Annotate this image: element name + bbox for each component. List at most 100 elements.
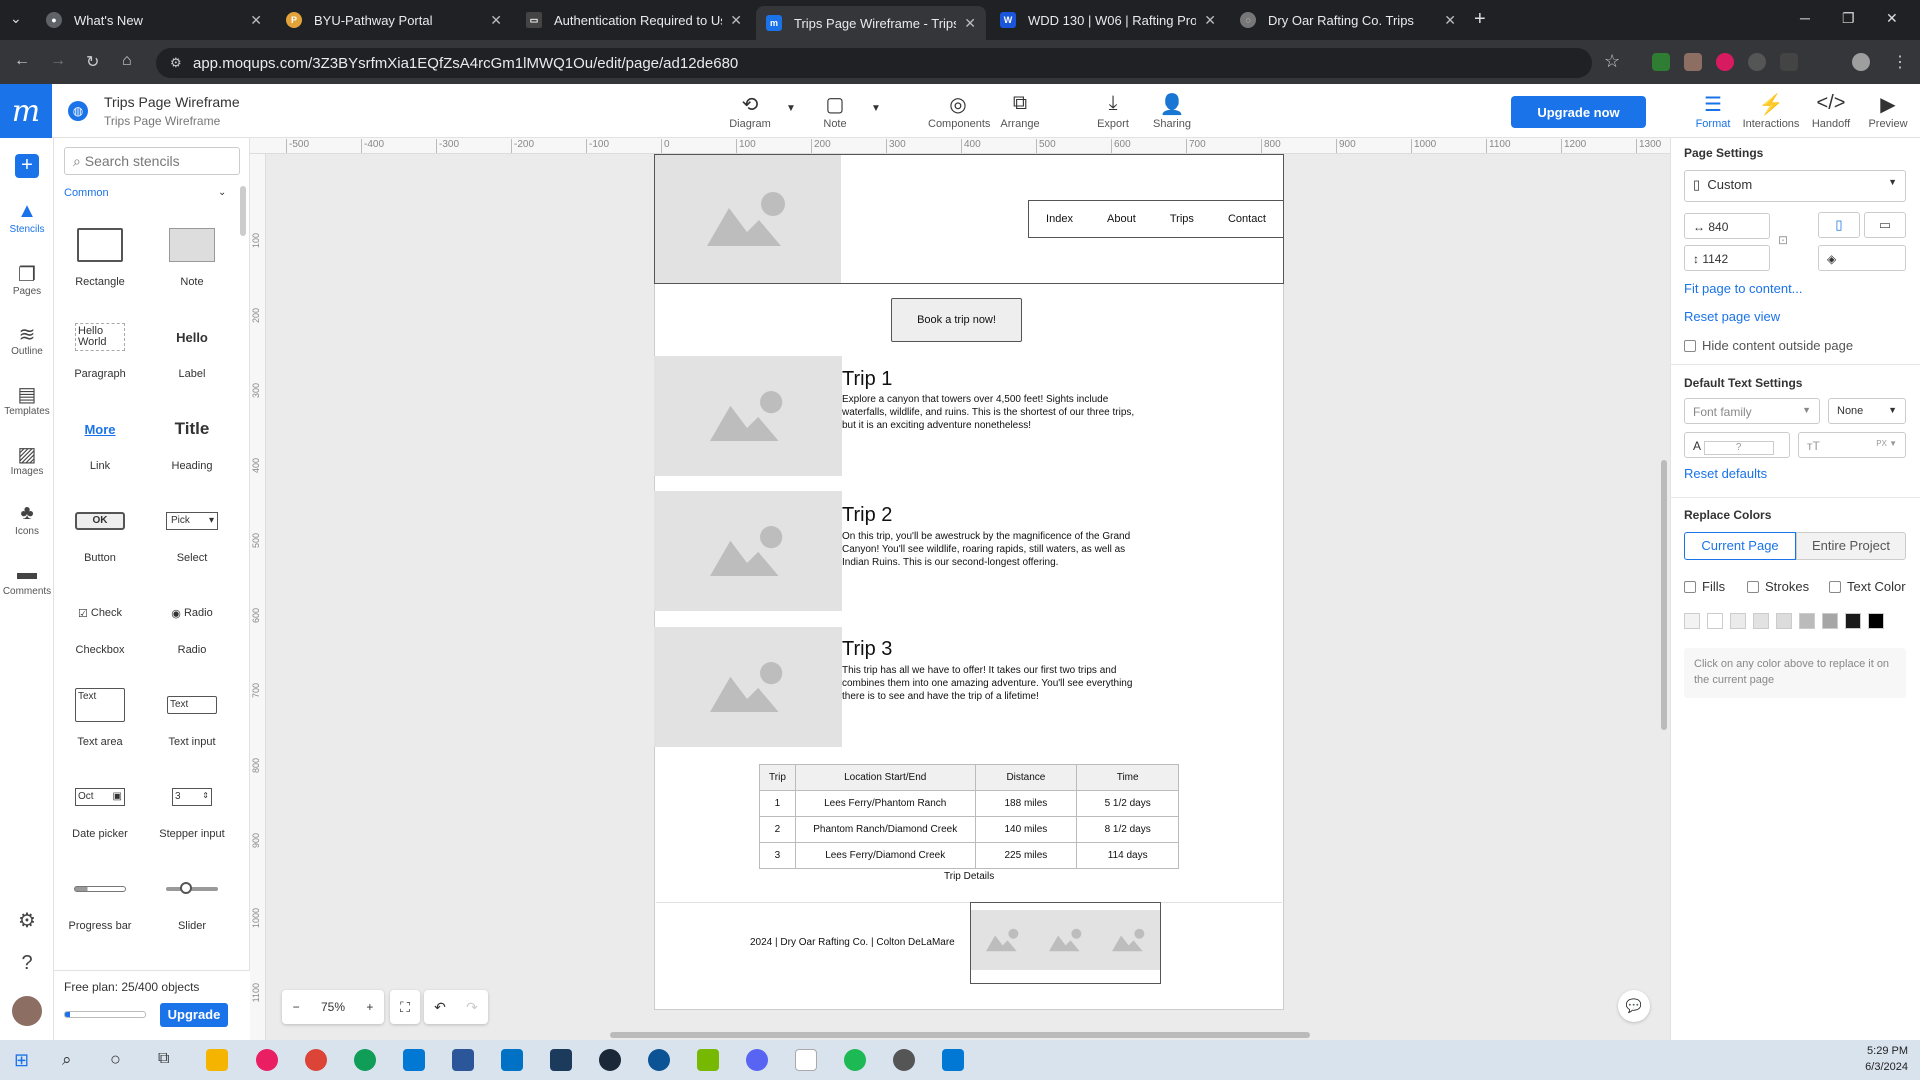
- upgrade-now-button[interactable]: Upgrade now: [1511, 96, 1646, 128]
- file-explorer-icon[interactable]: [206, 1049, 228, 1071]
- reload-icon[interactable]: ↻: [86, 52, 99, 72]
- discord-icon[interactable]: [746, 1049, 768, 1071]
- image-placeholder[interactable]: [654, 356, 842, 476]
- nav-link-trips[interactable]: Trips: [1170, 213, 1194, 225]
- reset-page-view-link[interactable]: Reset page view: [1684, 309, 1780, 324]
- font-family-select[interactable]: Font family ▼: [1684, 398, 1820, 424]
- moqups-logo[interactable]: m: [0, 84, 52, 138]
- stencil-note[interactable]: Note: [146, 214, 238, 288]
- extension-icon[interactable]: [1716, 53, 1734, 71]
- url-text[interactable]: app.moqups.com/3Z3BYsrfmXia1EQfZsA4rcGm1…: [193, 55, 738, 72]
- app-icon[interactable]: [648, 1049, 670, 1071]
- zoom-out-button[interactable]: −: [293, 1000, 300, 1014]
- chevron-down-icon[interactable]: ▼: [871, 103, 881, 114]
- portrait-orientation-button[interactable]: ▯: [1818, 212, 1860, 238]
- restore-button[interactable]: ❐: [1842, 10, 1855, 27]
- page-title[interactable]: Trips Page Wireframe: [104, 114, 220, 128]
- note-button[interactable]: ▢ Note: [805, 92, 865, 130]
- image-placeholder[interactable]: [654, 491, 842, 611]
- stencil-checkbox[interactable]: ☑ Check Checkbox: [54, 582, 146, 656]
- browser-tab[interactable]: ▭ Authentication Required to Use ✕: [516, 6, 752, 34]
- stencil-rectangle[interactable]: Rectangle: [54, 214, 146, 288]
- upgrade-button[interactable]: Upgrade: [160, 1003, 228, 1027]
- stencil-label[interactable]: Hello Label: [146, 306, 238, 381]
- profile-avatar[interactable]: [1852, 53, 1870, 71]
- task-view-icon[interactable]: ⧉: [158, 1050, 169, 1068]
- fit-page-link[interactable]: Fit page to content...: [1684, 281, 1803, 296]
- color-swatch[interactable]: [1799, 613, 1815, 629]
- itunes-icon[interactable]: [256, 1049, 278, 1071]
- close-icon[interactable]: ✕: [730, 12, 742, 29]
- help-button[interactable]: ?: [0, 952, 54, 976]
- reset-defaults-link[interactable]: Reset defaults: [1684, 466, 1767, 481]
- text-color-checkbox[interactable]: [1829, 581, 1841, 593]
- stencil-paragraph[interactable]: Hello World Paragraph: [54, 306, 146, 380]
- settings-icon[interactable]: [893, 1049, 915, 1071]
- zoom-in-button[interactable]: +: [366, 1000, 373, 1014]
- close-icon[interactable]: ✕: [964, 15, 976, 32]
- extension-icon[interactable]: [1652, 53, 1670, 71]
- color-swatch[interactable]: [1822, 613, 1838, 629]
- settings-button[interactable]: ⚙: [0, 908, 54, 932]
- browser-tab-active[interactable]: m Trips Page Wireframe - Trips Pa ✕: [756, 6, 986, 40]
- stencil-link[interactable]: More Link: [54, 398, 146, 473]
- stencil-heading[interactable]: Title Heading: [146, 398, 238, 472]
- bookmark-star-icon[interactable]: ☆: [1604, 51, 1620, 72]
- nav-link-contact[interactable]: Contact: [1228, 213, 1266, 225]
- page-preset-select[interactable]: ▯ Custom ▼: [1684, 170, 1906, 202]
- rail-outline[interactable]: ≋ Outline: [0, 322, 54, 357]
- stencil-date-picker[interactable]: Oct ▣ Date picker: [54, 766, 146, 840]
- rail-templates[interactable]: ▤ Templates: [0, 382, 54, 417]
- edge-icon[interactable]: [354, 1049, 376, 1071]
- vscode-icon[interactable]: [942, 1049, 964, 1071]
- store-icon[interactable]: [403, 1049, 425, 1071]
- wireframe-nav[interactable]: Index About Trips Contact: [1028, 200, 1284, 238]
- stencil-stepper-input[interactable]: 3 ⇕ Stepper input: [146, 766, 238, 840]
- chevron-down-icon[interactable]: ▼: [786, 103, 796, 114]
- rail-icons[interactable]: ♣ Icons: [0, 502, 54, 537]
- export-button[interactable]: ⤓ Export: [1083, 92, 1143, 130]
- stencil-progress-bar[interactable]: Progress bar: [54, 858, 146, 932]
- site-info-icon[interactable]: ⚙: [170, 55, 182, 71]
- home-icon[interactable]: ⌂: [122, 52, 132, 70]
- redo-icon[interactable]: ↷: [466, 999, 478, 1016]
- notepad-icon[interactable]: [795, 1049, 817, 1071]
- hide-outside-checkbox[interactable]: [1684, 340, 1696, 352]
- puzzle-icon[interactable]: [1780, 53, 1798, 71]
- book-trip-button[interactable]: Book a trip now!: [891, 298, 1022, 342]
- more-menu-icon[interactable]: ⋮: [1892, 52, 1908, 72]
- stencil-category[interactable]: Common: [64, 187, 109, 199]
- undo-icon[interactable]: ↶: [434, 999, 446, 1016]
- gear-icon[interactable]: [1748, 53, 1766, 71]
- color-swatch[interactable]: [1776, 613, 1792, 629]
- vertical-scrollbar[interactable]: [1661, 460, 1667, 730]
- color-swatch[interactable]: [1753, 613, 1769, 629]
- nav-link-about[interactable]: About: [1107, 213, 1136, 225]
- app-icon[interactable]: [550, 1049, 572, 1071]
- stencil-text-area[interactable]: Text Text area: [54, 674, 146, 748]
- forward-arrow-icon[interactable]: →: [50, 52, 66, 70]
- close-window-button[interactable]: ✕: [1886, 10, 1898, 27]
- word-icon[interactable]: [452, 1049, 474, 1071]
- image-placeholder[interactable]: [1097, 910, 1160, 970]
- stencil-slider[interactable]: Slider: [146, 858, 238, 932]
- windows-start-icon[interactable]: ⊞: [14, 1050, 29, 1071]
- project-title[interactable]: Trips Page Wireframe: [104, 94, 240, 110]
- font-size-field[interactable]: ᴛT PX ▼: [1798, 432, 1906, 458]
- lock-icon[interactable]: ⊡: [1778, 233, 1788, 247]
- arrange-button[interactable]: ⧉ Arrange: [990, 92, 1050, 130]
- trip-details-table[interactable]: Trip Location Start/End Distance Time 1 …: [759, 764, 1179, 869]
- search-icon[interactable]: ⌕: [62, 1050, 72, 1070]
- globe-icon[interactable]: ◍: [68, 101, 88, 121]
- close-icon[interactable]: ✕: [1204, 12, 1216, 29]
- tab-entire-project[interactable]: Entire Project: [1796, 532, 1906, 560]
- strokes-checkbox[interactable]: [1747, 581, 1759, 593]
- mail-icon[interactable]: [501, 1049, 523, 1071]
- font-weight-select[interactable]: None ▼: [1828, 398, 1906, 424]
- comments-button[interactable]: 💬: [1618, 990, 1650, 1022]
- chrome-icon[interactable]: [305, 1049, 327, 1071]
- tab-current-page[interactable]: Current Page: [1684, 532, 1796, 560]
- add-button[interactable]: +: [15, 154, 39, 178]
- image-placeholder[interactable]: [971, 910, 1034, 970]
- stencil-text-input[interactable]: Text Text input: [146, 674, 238, 748]
